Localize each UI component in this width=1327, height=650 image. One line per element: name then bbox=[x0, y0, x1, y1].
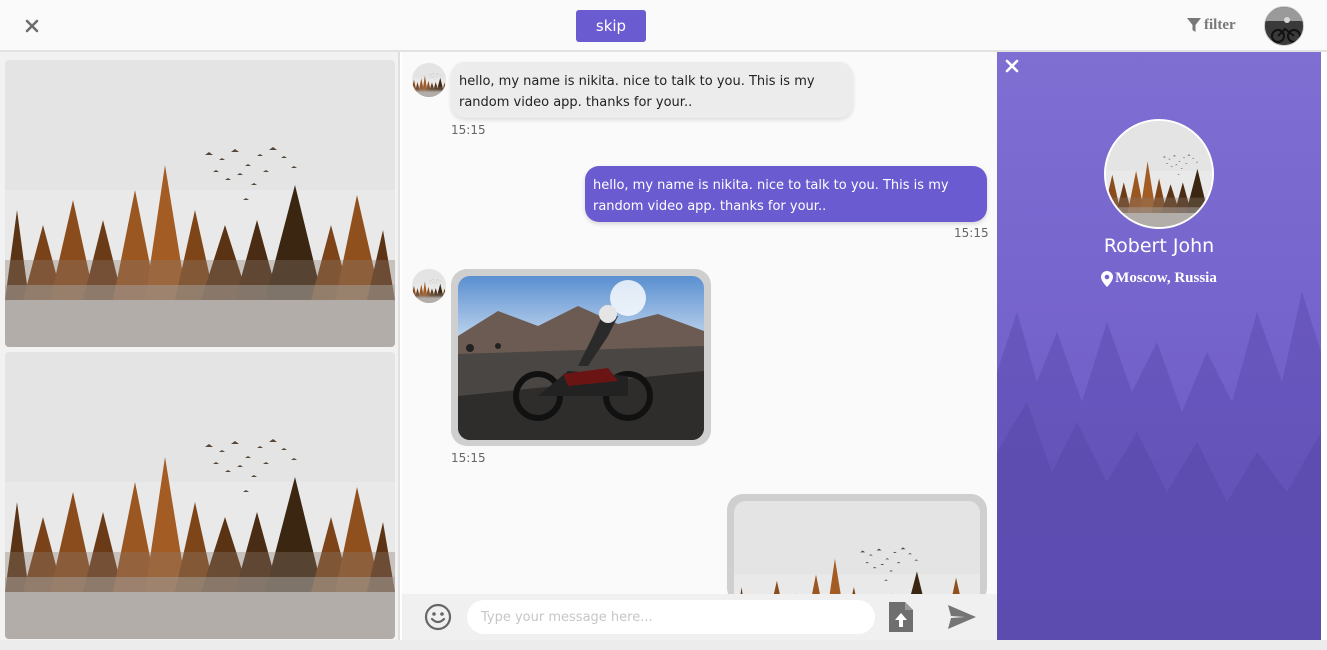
forest-photo bbox=[734, 501, 980, 594]
image-message[interactable] bbox=[451, 269, 711, 446]
message-time: 15:15 bbox=[954, 226, 989, 240]
message-time: 15:15 bbox=[451, 123, 486, 137]
outgoing-message: hello, my name is nikita. nice to talk t… bbox=[585, 166, 987, 222]
incoming-message: hello, my name is nikita. nice to talk t… bbox=[451, 62, 853, 118]
file-upload-icon[interactable] bbox=[887, 600, 915, 634]
message-text: hello, my name is nikita. nice to talk t… bbox=[593, 178, 949, 214]
skip-button[interactable]: skip bbox=[576, 10, 646, 42]
message-composer bbox=[402, 594, 997, 640]
profile-location: Moscow, Russia bbox=[997, 270, 1321, 287]
close-icon[interactable] bbox=[1005, 59, 1019, 73]
bottom-strip bbox=[0, 640, 1327, 650]
filter-label: filter bbox=[1204, 16, 1236, 33]
profile-name: Robert John bbox=[1103, 235, 1215, 257]
video-feed-remote bbox=[5, 60, 395, 347]
message-time: 15:15 bbox=[451, 451, 486, 465]
motorcycle-photo bbox=[458, 276, 704, 440]
message-text: hello, my name is nikita. nice to talk t… bbox=[459, 74, 815, 110]
location-label: Moscow, Russia bbox=[1115, 270, 1217, 286]
avatar bbox=[412, 63, 446, 97]
map-pin-icon bbox=[1101, 270, 1114, 287]
emoji-icon[interactable] bbox=[424, 603, 452, 631]
video-feed-local bbox=[5, 352, 395, 639]
filter-button[interactable]: filter bbox=[1186, 14, 1236, 36]
top-bar: skip filter bbox=[0, 0, 1327, 52]
video-feeds-column bbox=[0, 52, 400, 650]
filter-icon bbox=[1187, 18, 1201, 32]
profile-panel: Robert John Moscow, Russia bbox=[997, 52, 1321, 640]
image-message[interactable] bbox=[727, 494, 987, 594]
chat-messages[interactable]: hello, my name is nikita. nice to talk t… bbox=[402, 52, 997, 594]
avatar bbox=[412, 269, 446, 303]
send-icon[interactable] bbox=[947, 604, 977, 630]
profile-background bbox=[997, 292, 1321, 640]
profile-avatar bbox=[1104, 119, 1214, 229]
close-icon[interactable] bbox=[22, 16, 42, 36]
user-avatar[interactable] bbox=[1264, 6, 1304, 46]
message-input[interactable] bbox=[467, 600, 875, 634]
